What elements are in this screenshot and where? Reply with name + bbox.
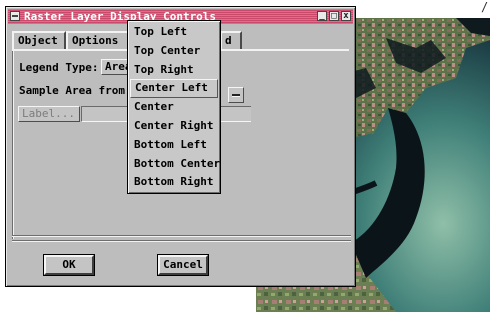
tab-object[interactable]: Object (12, 31, 66, 49)
cancel-button[interactable]: Cancel (157, 254, 209, 276)
corner-mark: / (481, 0, 489, 14)
panel-separator-2 (12, 240, 351, 242)
window-menu-button[interactable] (10, 11, 20, 21)
ok-button[interactable]: OK (43, 254, 95, 276)
menu-item-top-right[interactable]: Top Right (130, 61, 218, 80)
label-button[interactable]: Label... (18, 106, 80, 122)
panel-separator (12, 235, 351, 237)
menu-item-bottom-left[interactable]: Bottom Left (130, 136, 218, 155)
panel-left-edge (12, 51, 14, 239)
menu-item-top-left[interactable]: Top Left (130, 23, 218, 42)
menu-item-bottom-right[interactable]: Bottom Right (130, 173, 218, 192)
menu-item-bottom-center[interactable]: Bottom Center (130, 155, 220, 174)
position-option-menu: Top Left Top Center Top Right Center Lef… (127, 20, 221, 194)
menu-item-top-center[interactable]: Top Center (130, 42, 218, 61)
maximize-button[interactable]: □ (329, 11, 339, 21)
sample-area-label: Sample Area from: (19, 84, 132, 97)
tab-legend[interactable]: d (220, 31, 242, 49)
menu-item-center[interactable]: Center (130, 98, 218, 117)
tab-options[interactable]: Options (66, 31, 129, 49)
legend-type-label: Legend Type: (19, 61, 99, 74)
minimize-button[interactable]: _ (317, 11, 327, 21)
close-button[interactable]: x (341, 11, 351, 21)
option-menu-indicator-icon[interactable] (228, 87, 244, 103)
menu-item-center-right[interactable]: Center Right (130, 117, 218, 136)
menu-item-center-left[interactable]: Center Left (130, 79, 218, 99)
